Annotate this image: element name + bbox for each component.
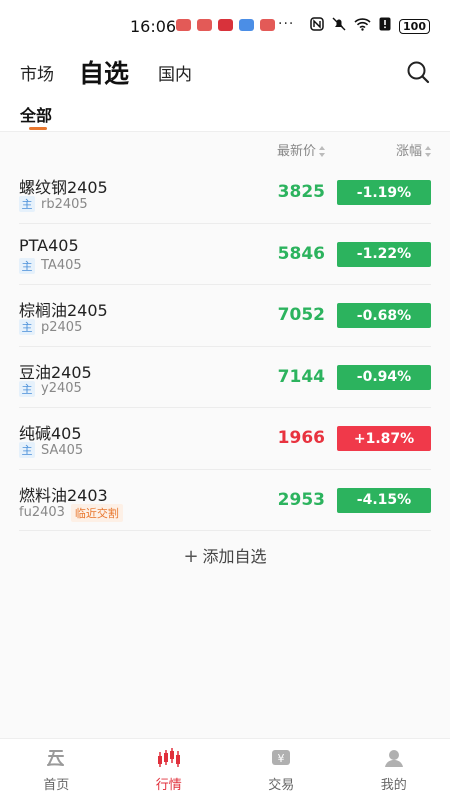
nav-market[interactable]: 市场	[20, 60, 54, 85]
list-item[interactable]: PTA405 主 TA405 5846 -1.22%	[19, 224, 431, 285]
nav-domestic[interactable]: 国内	[158, 60, 192, 85]
sort-price-header[interactable]: 最新价	[277, 140, 326, 159]
main-contract-badge: 主	[19, 196, 35, 212]
latest-price: 1966	[277, 428, 325, 448]
battery-icon: 100	[399, 18, 430, 34]
contract-code: SA405	[41, 442, 84, 458]
bottom-tab-bar: 首页 行情 ¥ 交易 我的	[0, 738, 450, 800]
nav-watchlist[interactable]: 自选	[79, 54, 129, 90]
contract-name: 纯碱405	[19, 424, 82, 443]
latest-price: 7052	[277, 305, 325, 325]
add-watchlist-button[interactable]: + 添加自选	[0, 543, 450, 567]
tab-profile-label: 我的	[380, 778, 407, 793]
column-header: 最新价 涨幅	[0, 132, 450, 162]
main-contract-badge: 主	[19, 442, 35, 458]
plus-icon: +	[183, 546, 199, 567]
app-notification-icon	[260, 19, 275, 31]
active-tab-indicator	[29, 127, 47, 130]
trade-icon: ¥	[272, 750, 291, 765]
more-notifications-icon: ···	[278, 16, 295, 32]
list-item[interactable]: 纯碱405 主 SA405 1966 +1.87%	[19, 408, 431, 470]
app-notification-icon	[239, 19, 254, 31]
main-contract-badge: 主	[19, 257, 35, 274]
change-badge[interactable]: -1.22%	[337, 241, 431, 267]
contract-sub: fu2403 临近交割	[19, 503, 123, 522]
home-icon	[47, 750, 65, 766]
change-badge[interactable]: +1.87%	[337, 426, 431, 451]
svg-text:¥: ¥	[278, 752, 285, 765]
main-contract-badge: 主	[19, 380, 35, 397]
contract-name: 棕榈油2405	[19, 301, 108, 320]
change-badge[interactable]: -0.94%	[337, 364, 431, 390]
contract-code: y2405	[41, 381, 82, 396]
sort-icon	[425, 146, 432, 157]
contract-sub: 主 y2405	[19, 380, 82, 397]
contract-name: 燃料油2403	[19, 485, 108, 505]
latest-price: 7144	[277, 366, 325, 387]
contract-sub: 主 SA405	[19, 442, 83, 458]
latest-price: 3825	[277, 182, 325, 202]
nfc-icon	[310, 17, 324, 35]
sub-tabs: 全部	[0, 94, 450, 132]
main-contract-badge: 主	[19, 319, 35, 335]
contract-code: p2405	[41, 319, 83, 335]
contract-code: TA405	[41, 258, 82, 273]
app-notification-icon	[176, 19, 191, 31]
sort-icon	[319, 146, 326, 157]
tab-profile[interactable]: 我的	[338, 739, 450, 800]
system-icons: 100	[310, 17, 430, 35]
list-item[interactable]: 螺纹钢2405 主 rb2405 3825 -1.19%	[19, 162, 431, 224]
status-time: 16:06	[130, 17, 177, 36]
near-delivery-badge: 临近交割	[70, 503, 123, 522]
list-item[interactable]: 豆油2405 主 y2405 7144 -0.94%	[19, 347, 431, 408]
watchlist: 螺纹钢2405 主 rb2405 3825 -1.19% PTA405 主 TA40…	[0, 162, 450, 531]
tab-trade-label: 交易	[268, 778, 295, 793]
tab-market[interactable]: 行情	[113, 739, 226, 800]
change-badge[interactable]: -0.68%	[337, 303, 431, 328]
contract-sub: 主 TA405	[19, 257, 82, 274]
tab-home[interactable]: 首页	[0, 739, 113, 800]
wifi-icon	[354, 17, 371, 35]
tab-home-label: 首页	[43, 778, 70, 793]
latest-price: 5846	[277, 243, 325, 264]
tab-market-label: 行情	[155, 778, 182, 793]
change-badge[interactable]: -1.19%	[337, 180, 431, 205]
notification-icons	[176, 19, 275, 31]
change-header-label: 涨幅	[395, 144, 422, 159]
sort-change-header[interactable]: 涨幅	[396, 140, 432, 159]
contract-code: rb2405	[41, 196, 88, 212]
status-bar: 16:06 ··· 100	[0, 0, 450, 50]
contract-code: fu2403	[19, 505, 65, 520]
contract-name: 豆油2405	[19, 362, 92, 382]
add-watchlist-label: 添加自选	[202, 547, 267, 566]
app-notification-icon	[197, 19, 212, 31]
contract-sub: 主 rb2405	[19, 196, 88, 212]
profile-icon	[384, 750, 403, 767]
mute-icon	[332, 17, 346, 35]
top-nav: 市场 自选 国内	[0, 50, 450, 94]
change-badge[interactable]: -4.15%	[337, 487, 431, 513]
price-header-label: 最新价	[276, 144, 316, 159]
app-notification-icon	[218, 19, 233, 31]
candlestick-icon	[157, 748, 180, 767]
tab-trade[interactable]: ¥ 交易	[225, 739, 338, 800]
list-item[interactable]: 燃料油2403 fu2403 临近交割 2953 -4.15%	[19, 470, 431, 531]
contract-sub: 主 p2405	[19, 319, 82, 335]
alert-icon	[379, 17, 391, 35]
list-item[interactable]: 棕榈油2405 主 p2405 7052 -0.68%	[19, 285, 431, 347]
search-icon[interactable]	[406, 60, 430, 84]
tab-all[interactable]: 全部	[20, 102, 52, 126]
contract-name: 螺纹钢2405	[19, 178, 108, 197]
latest-price: 2953	[277, 489, 325, 510]
contract-name: PTA405	[19, 235, 79, 255]
